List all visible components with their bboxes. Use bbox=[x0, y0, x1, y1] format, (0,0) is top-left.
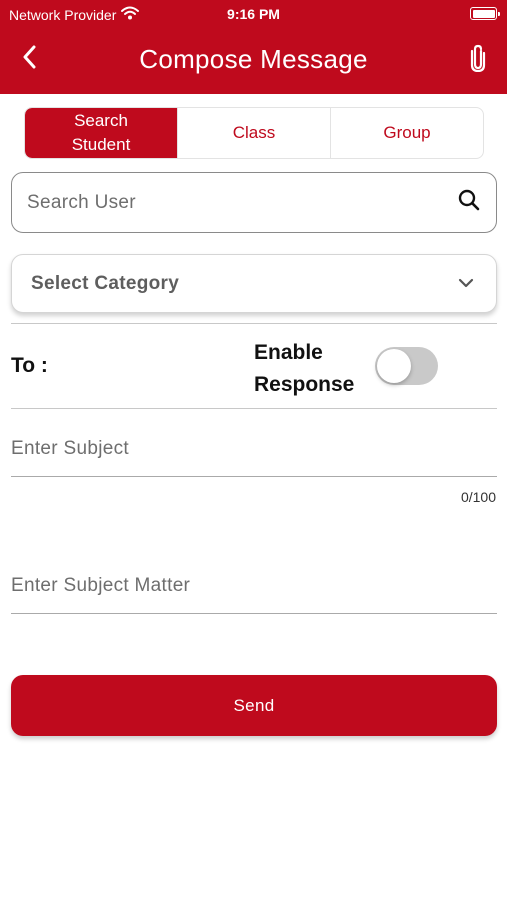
status-time: 9:16 PM bbox=[227, 6, 280, 22]
tab-class[interactable]: Class bbox=[177, 108, 330, 158]
status-bar: Network Provider 9:16 PM bbox=[0, 0, 507, 28]
send-button[interactable]: Send bbox=[11, 675, 497, 736]
search-icon[interactable] bbox=[458, 189, 480, 216]
enable-response-toggle[interactable] bbox=[375, 347, 438, 385]
subject-char-counter: 0/100 bbox=[460, 489, 496, 505]
tab-label: Class bbox=[232, 123, 276, 142]
subject-matter-underline bbox=[11, 613, 497, 614]
divider bbox=[11, 408, 497, 409]
attach-button[interactable] bbox=[463, 43, 493, 77]
search-field bbox=[11, 172, 497, 233]
page-title: Compose Message bbox=[139, 44, 368, 74]
subject-underline bbox=[11, 476, 497, 477]
enable-response-label: Enable Response bbox=[254, 337, 372, 401]
to-label: To : bbox=[11, 354, 48, 377]
category-select[interactable]: Select Category bbox=[11, 254, 497, 313]
app-header: Network Provider 9:16 PM Compose Message bbox=[0, 0, 507, 94]
toggle-knob bbox=[377, 349, 411, 383]
recipient-type-tabs: Search Student Class Group bbox=[24, 107, 484, 159]
tab-label: Search Student bbox=[71, 111, 131, 154]
chevron-down-icon bbox=[458, 275, 474, 293]
search-input[interactable] bbox=[27, 191, 458, 214]
category-select-label: Select Category bbox=[31, 272, 180, 294]
tab-group[interactable]: Group bbox=[330, 108, 483, 158]
tab-search-student[interactable]: Search Student bbox=[25, 108, 177, 158]
enable-response-text: Enable Response bbox=[254, 341, 355, 396]
battery-icon bbox=[470, 7, 500, 20]
paperclip-icon bbox=[469, 44, 487, 77]
subject-matter-input[interactable] bbox=[11, 575, 497, 597]
divider bbox=[11, 323, 497, 324]
subject-input[interactable] bbox=[11, 438, 497, 460]
tab-label: Group bbox=[383, 123, 431, 142]
nav-bar: Compose Message bbox=[0, 28, 507, 94]
